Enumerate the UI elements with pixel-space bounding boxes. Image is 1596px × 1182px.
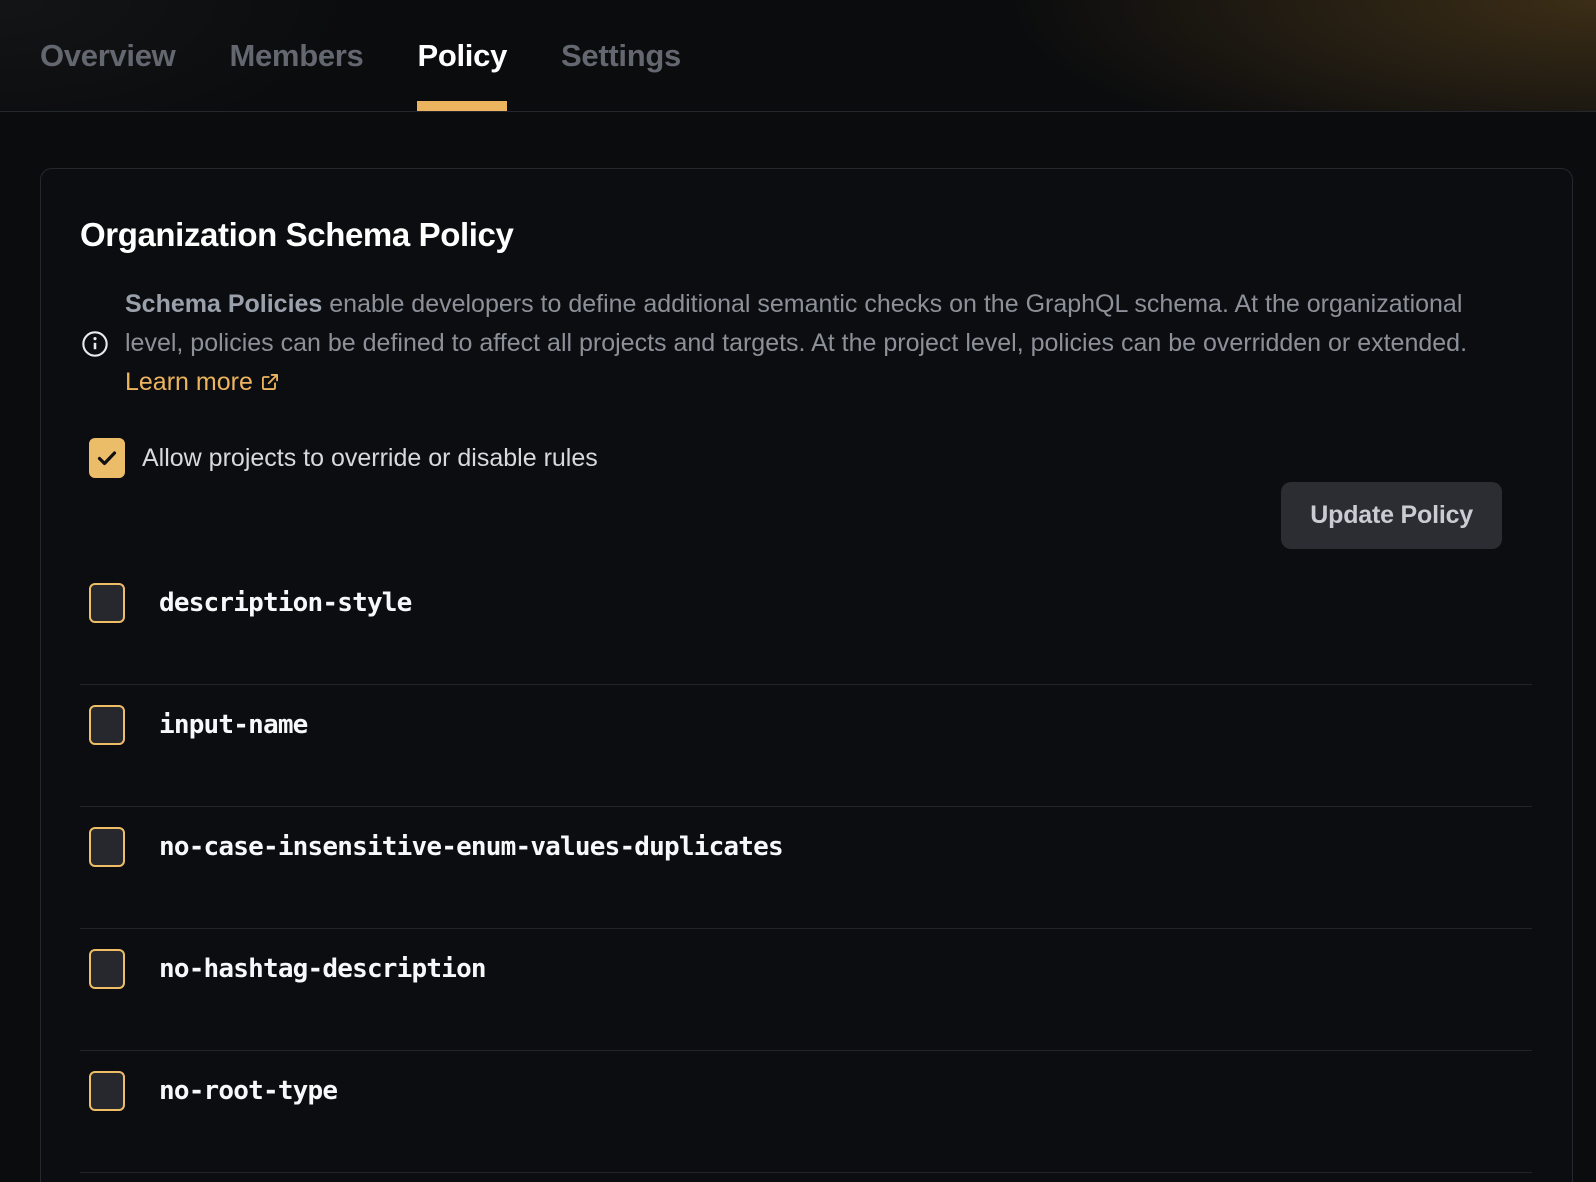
- description-body: enable developers to define additional s…: [125, 290, 1467, 357]
- tab-policy[interactable]: Policy: [417, 0, 507, 111]
- rule-row: input-name: [80, 685, 1532, 807]
- update-policy-button[interactable]: Update Policy: [1281, 482, 1502, 549]
- policy-description: Schema Policies enable developers to def…: [80, 285, 1532, 402]
- rule-checkbox[interactable]: [89, 949, 125, 989]
- allow-override-row: Allow projects to override or disable ru…: [80, 438, 1532, 478]
- description-lead: Schema Policies: [125, 290, 322, 318]
- policy-description-text: Schema Policies enable developers to def…: [125, 285, 1497, 402]
- checkmark-icon: [95, 446, 119, 470]
- external-link-icon: [260, 372, 280, 392]
- rule-checkbox[interactable]: [89, 827, 125, 867]
- rule-name: description-style: [159, 588, 412, 618]
- tab-overview[interactable]: Overview: [40, 0, 175, 111]
- tab-settings[interactable]: Settings: [561, 0, 681, 111]
- rule-row: no-case-insensitive-enum-values-duplicat…: [80, 807, 1532, 929]
- rules-list: description-style input-name no-case-ins…: [80, 563, 1532, 1173]
- rule-checkbox[interactable]: [89, 705, 125, 745]
- rule-name: input-name: [159, 710, 308, 740]
- rule-row: no-hashtag-description: [80, 929, 1532, 1051]
- rule-name: no-case-insensitive-enum-values-duplicat…: [159, 832, 783, 862]
- tab-label: Overview: [40, 38, 175, 74]
- rule-row: no-root-type: [80, 1051, 1532, 1173]
- tab-label: Policy: [417, 38, 507, 74]
- rule-checkbox[interactable]: [89, 583, 125, 623]
- tab-members[interactable]: Members: [229, 0, 363, 111]
- rule-row: description-style: [80, 563, 1532, 685]
- page-title: Organization Schema Policy: [80, 216, 1532, 254]
- rule-name: no-hashtag-description: [159, 954, 486, 984]
- learn-more-link[interactable]: Learn more: [125, 368, 280, 396]
- allow-override-label: Allow projects to override or disable ru…: [142, 444, 598, 473]
- tab-label: Members: [229, 38, 363, 74]
- rule-checkbox[interactable]: [89, 1071, 125, 1111]
- rule-name: no-root-type: [159, 1076, 337, 1106]
- org-tabbar: Overview Members Policy Settings: [0, 0, 1596, 112]
- info-icon: [81, 330, 109, 358]
- schema-policy-card: Organization Schema Policy Schema Polici…: [40, 168, 1573, 1182]
- active-tab-underline: [417, 101, 507, 111]
- allow-override-checkbox[interactable]: [89, 438, 125, 478]
- tab-label: Settings: [561, 38, 681, 74]
- update-policy-row: Update Policy: [80, 482, 1532, 549]
- learn-more-label: Learn more: [125, 368, 253, 396]
